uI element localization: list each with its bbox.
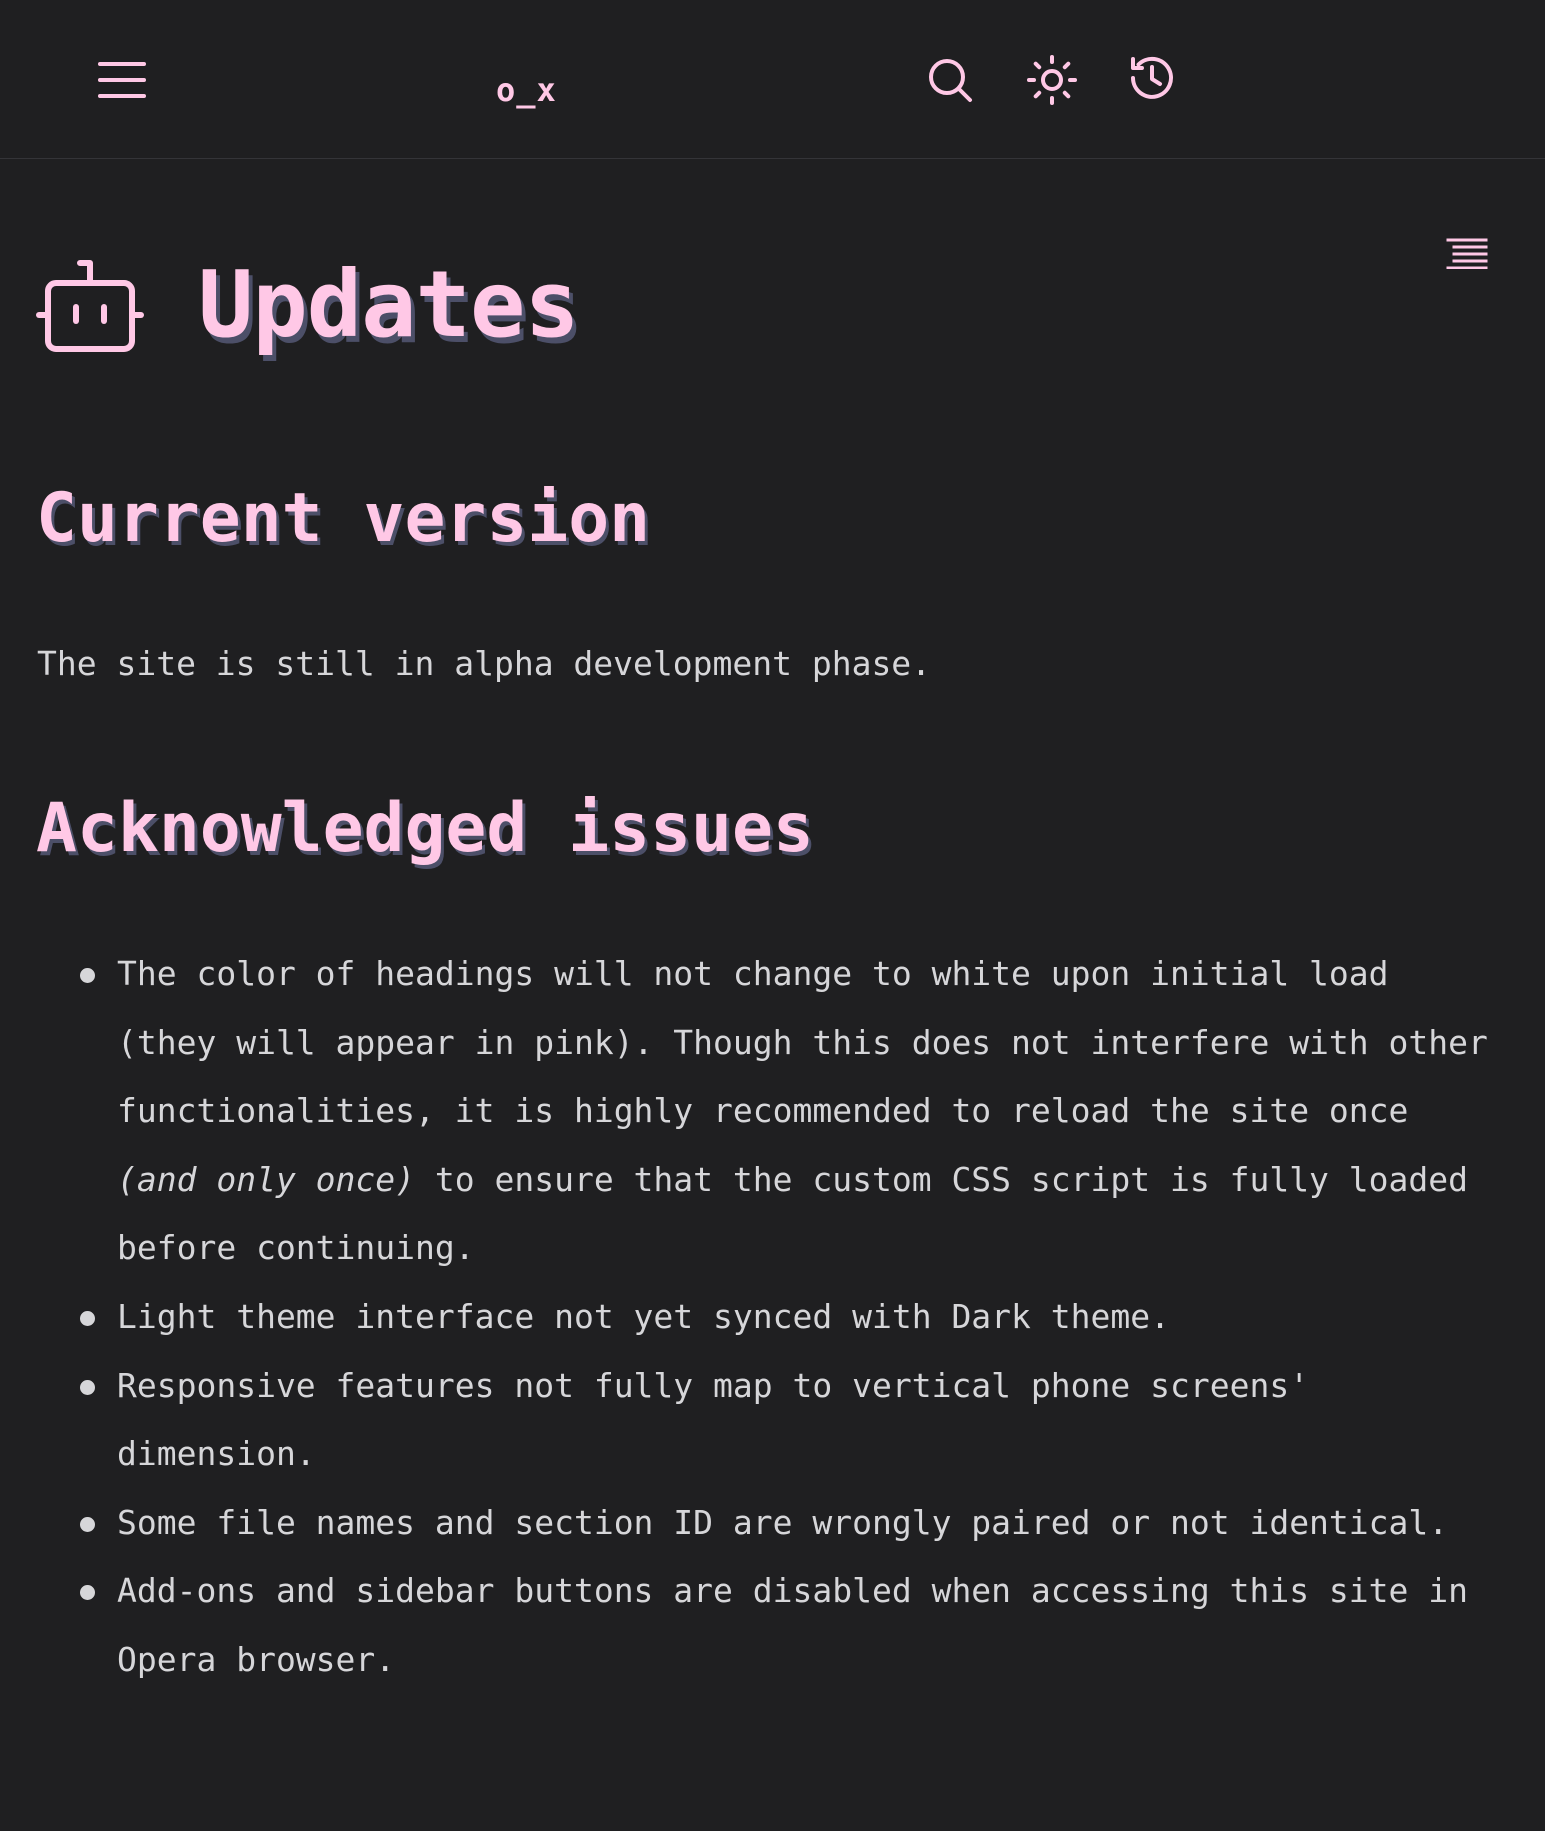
current-version-heading: Current version — [36, 479, 651, 558]
issue-text: Add-ons and sidebar buttons are disabled… — [117, 1571, 1469, 1679]
history-button[interactable] — [1122, 48, 1182, 108]
search-icon — [929, 59, 972, 102]
current-version-text: The site is still in alpha development p… — [37, 644, 932, 683]
bullet-icon — [80, 968, 95, 983]
list-item: Responsive features not fully map to ver… — [80, 1352, 1497, 1489]
robot-icon — [36, 260, 144, 352]
issues-list: The color of headings will not change to… — [80, 940, 1497, 1695]
menu-icon — [98, 62, 146, 98]
theme-toggle-button[interactable] — [1022, 50, 1082, 110]
issue-text-before: The color of headings will not change to… — [117, 954, 1488, 1131]
bullet-icon — [80, 1379, 95, 1395]
issue-emphasis: (and only once) — [117, 1159, 416, 1199]
issue-text: Light theme interface not yet synced wit… — [117, 1296, 1170, 1336]
sun-icon — [1027, 55, 1077, 105]
history-icon — [1131, 56, 1173, 99]
bullet-icon — [80, 1585, 95, 1601]
page-title: Updates — [198, 251, 580, 358]
table-of-contents-icon — [1446, 238, 1488, 269]
menu-button[interactable] — [92, 50, 152, 110]
list-item: Light theme interface not yet synced wit… — [80, 1283, 1497, 1352]
page-title-row: Updates — [36, 245, 580, 365]
issue-text: Some file names and section ID are wrong… — [117, 1502, 1449, 1542]
search-button[interactable] — [920, 50, 980, 110]
issue-text: Responsive features not fully map to ver… — [117, 1365, 1310, 1474]
list-item: The color of headings will not change to… — [80, 940, 1497, 1283]
bullet-icon — [80, 1516, 95, 1532]
list-item: Some file names and section ID are wrong… — [80, 1489, 1497, 1558]
acknowledged-issues-heading: Acknowledged issues — [36, 789, 814, 868]
bullet-icon — [80, 1310, 95, 1326]
top-navbar: o_x — [0, 0, 1545, 159]
site-title[interactable]: o_x — [496, 70, 557, 110]
table-of-contents-button[interactable] — [1440, 228, 1494, 278]
list-item: Add-ons and sidebar buttons are disabled… — [80, 1557, 1497, 1694]
